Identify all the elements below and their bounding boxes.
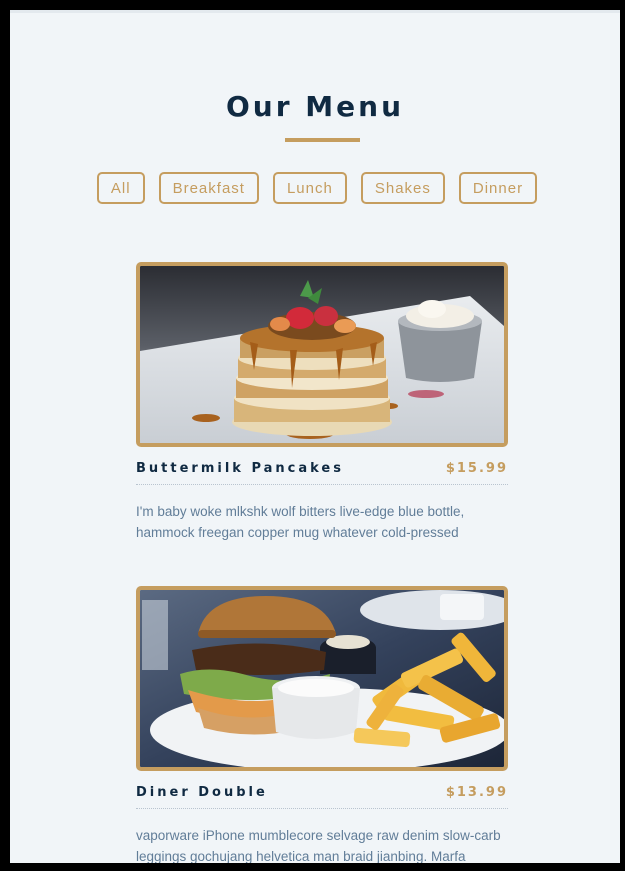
item-info-row: Buttermilk Pancakes $15.99 (136, 461, 508, 485)
item-info-row: Diner Double $13.99 (136, 785, 508, 809)
item-price: $15.99 (445, 461, 508, 476)
item-name: Buttermilk Pancakes (136, 461, 344, 476)
burger-fries-photo (136, 586, 508, 771)
filter-all-button[interactable]: All (96, 172, 145, 204)
item-price: $13.99 (445, 785, 508, 800)
filter-shakes-button[interactable]: Shakes (360, 172, 445, 204)
menu-item: Buttermilk Pancakes $15.99 I'm baby woke… (136, 262, 508, 543)
filter-breakfast-button[interactable]: Breakfast (158, 172, 259, 204)
filter-lunch-button[interactable]: Lunch (272, 172, 347, 204)
filter-buttons: All Breakfast Lunch Shakes Dinner (10, 172, 620, 204)
item-name: Diner Double (136, 785, 268, 800)
menu-item: Diner Double $13.99 vaporware iPhone mum… (136, 586, 508, 863)
title-underline (285, 138, 360, 142)
page-title: Our Menu (225, 90, 404, 123)
item-description: I'm baby woke mlkshk wolf bitters live-e… (136, 504, 465, 540)
filter-dinner-button[interactable]: Dinner (458, 172, 538, 204)
item-description: vaporware iPhone mumblecore selvage raw … (136, 828, 501, 863)
menu-page: Our Menu All Breakfast Lunch Shakes Dinn… (10, 10, 620, 863)
pancake-stack-photo (136, 262, 508, 447)
